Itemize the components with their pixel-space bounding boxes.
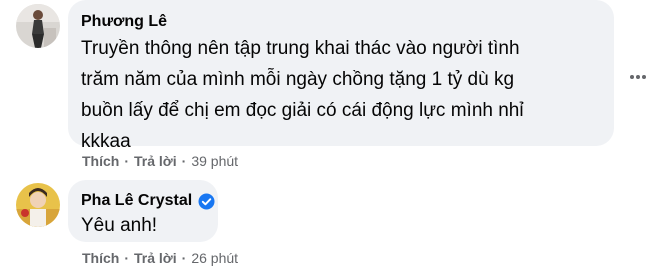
comment-text-line: Yêu anh! — [81, 215, 158, 236]
comment-actions: Thích · Trả lời · 39 phút — [82, 153, 238, 169]
author-name[interactable]: Pha Lê Crystal — [81, 192, 192, 210]
avatar[interactable] — [16, 183, 60, 227]
verified-badge-icon — [198, 193, 215, 210]
separator: · — [124, 250, 130, 266]
comment-text-line: trăm năm của mình mỗi ngày chồng tặng 1 … — [81, 69, 515, 90]
avatar-image — [16, 4, 60, 48]
separator: · — [181, 250, 187, 266]
more-horizontal-icon[interactable] — [626, 65, 650, 89]
reply-button[interactable]: Trả lời — [134, 250, 177, 266]
comment-phuong-le: Phương Lê Truyền thông nên tập trung kha… — [0, 0, 660, 180]
author-row: Phương Lê — [81, 13, 167, 31]
author-row: Pha Lê Crystal — [81, 192, 215, 210]
comment-pha-le-crystal: Pha Lê Crystal Yêu anh! Thích · Trả lời … — [0, 180, 660, 279]
avatar-image — [16, 183, 60, 227]
timestamp[interactable]: 39 phút — [191, 153, 238, 169]
like-button[interactable]: Thích — [82, 250, 119, 266]
timestamp[interactable]: 26 phút — [191, 250, 238, 266]
comment-text-line: buồn lấy để chị em đọc giải có cái động … — [81, 100, 524, 121]
separator: · — [124, 153, 130, 169]
separator: · — [181, 153, 187, 169]
like-button[interactable]: Thích — [82, 153, 119, 169]
comment-text: Yêu anh! — [81, 210, 157, 241]
reply-button[interactable]: Trả lời — [134, 153, 177, 169]
author-name[interactable]: Phương Lê — [81, 13, 167, 31]
comment-thread: Phương Lê Truyền thông nên tập trung kha… — [0, 0, 660, 279]
comment-text-line: Truyền thông nên tập trung khai thác vào… — [81, 38, 520, 59]
comment-actions: Thích · Trả lời · 26 phút — [82, 250, 238, 266]
avatar[interactable] — [16, 4, 60, 48]
comment-text: Truyền thông nên tập trung khai thác vào… — [81, 33, 524, 157]
